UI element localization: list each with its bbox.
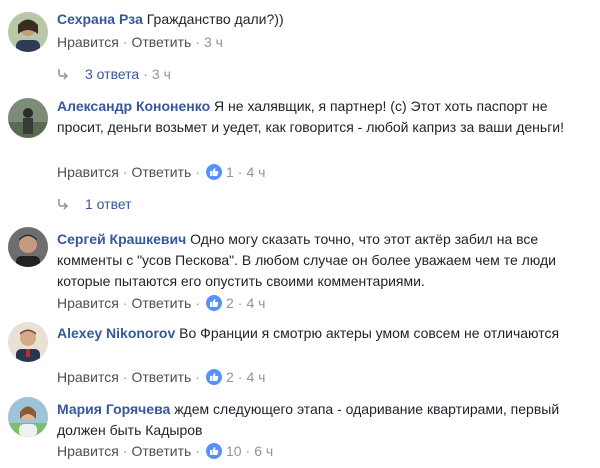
comment-actions: Нравится · Ответить · 2 · 4 ч — [57, 368, 265, 386]
reply-arrow-icon — [58, 199, 69, 210]
replies-timestamp: 3 ч — [151, 66, 171, 82]
comment-author[interactable]: Мария Горячева — [57, 401, 170, 417]
view-replies-link[interactable]: 3 ответа · 3 ч — [57, 65, 171, 83]
comment-text: Во Франции я смотрю актеры умом совсем н… — [179, 325, 560, 341]
comment-body: Alexey Nikonorov Во Франции я смотрю акт… — [57, 323, 597, 344]
comment-body: Сергей Крашкевич Одно могу сказать точно… — [57, 229, 597, 292]
like-reaction-icon[interactable] — [205, 369, 222, 385]
separator-dot: · — [122, 164, 128, 180]
comment-timestamp[interactable]: 6 ч — [254, 442, 273, 460]
avatar[interactable] — [8, 322, 48, 362]
like-button[interactable]: Нравится — [57, 33, 119, 51]
comment-timestamp[interactable]: 4 ч — [246, 163, 265, 181]
like-reaction-icon[interactable] — [205, 443, 222, 459]
avatar[interactable] — [8, 98, 48, 138]
like-count[interactable]: 2 — [226, 294, 234, 312]
comment-timestamp[interactable]: 4 ч — [246, 294, 265, 312]
like-button[interactable]: Нравится — [57, 442, 119, 460]
comment-body: Мария Горячева ждем следующего этапа - о… — [57, 399, 597, 441]
comment-actions: Нравится · Ответить · 10 · 6 ч — [57, 442, 273, 460]
separator-dot: · — [122, 295, 128, 311]
separator-dot: · — [122, 369, 128, 385]
comment-timestamp[interactable]: 3 ч — [204, 33, 223, 51]
separator-dot: · — [245, 443, 251, 459]
reply-button[interactable]: Ответить — [131, 442, 191, 460]
separator-dot: · — [122, 443, 128, 459]
like-button[interactable]: Нравится — [57, 163, 119, 181]
like-button[interactable]: Нравится — [57, 368, 119, 386]
separator-dot: · — [237, 164, 243, 180]
comment-actions: Нравится · Ответить · 2 · 4 ч — [57, 294, 265, 312]
separator-dot: · — [237, 369, 243, 385]
like-reaction-icon[interactable] — [205, 295, 222, 311]
separator-dot: · — [237, 295, 243, 311]
view-replies-link[interactable]: 1 ответ — [57, 195, 132, 213]
comment-author[interactable]: Сергей Крашкевич — [57, 231, 186, 247]
separator-dot: · — [195, 34, 200, 50]
comment-body: Сехрана Рза Гражданство дали?)) — [57, 9, 597, 30]
replies-count[interactable]: 1 ответ — [85, 195, 132, 213]
comment-text: Гражданство дали?)) — [146, 11, 284, 27]
replies-count[interactable]: 3 ответа — [85, 65, 139, 83]
comment-timestamp[interactable]: 4 ч — [246, 368, 265, 386]
separator-dot: · — [195, 164, 200, 180]
comment-actions: Нравится · Ответить · 1 · 4 ч — [57, 163, 265, 181]
separator-dot: · — [122, 34, 128, 50]
reply-button[interactable]: Ответить — [131, 368, 191, 386]
comment-body: Александр Кононенко Я не халявщик, я пар… — [57, 96, 597, 138]
separator-dot: · — [195, 369, 200, 385]
like-count[interactable]: 2 — [226, 368, 234, 386]
separator-dot: · — [195, 295, 200, 311]
comment-author[interactable]: Сехрана Рза — [57, 11, 143, 27]
separator-dot: · — [195, 443, 200, 459]
reply-button[interactable]: Ответить — [131, 294, 191, 312]
avatar[interactable] — [8, 397, 48, 437]
comment-author[interactable]: Alexey Nikonorov — [57, 325, 175, 341]
like-count[interactable]: 10 — [226, 442, 242, 460]
separator-dot: · — [143, 66, 148, 82]
reply-arrow-icon — [58, 69, 69, 80]
like-button[interactable]: Нравится — [57, 294, 119, 312]
reply-button[interactable]: Ответить — [131, 163, 191, 181]
like-count[interactable]: 1 — [226, 163, 234, 181]
comment-actions: Нравится · Ответить · 3 ч — [57, 33, 223, 51]
avatar[interactable] — [8, 227, 48, 267]
reply-button[interactable]: Ответить — [131, 33, 191, 51]
comment-author[interactable]: Александр Кононенко — [57, 98, 210, 114]
avatar[interactable] — [8, 12, 48, 52]
like-reaction-icon[interactable] — [205, 164, 222, 180]
